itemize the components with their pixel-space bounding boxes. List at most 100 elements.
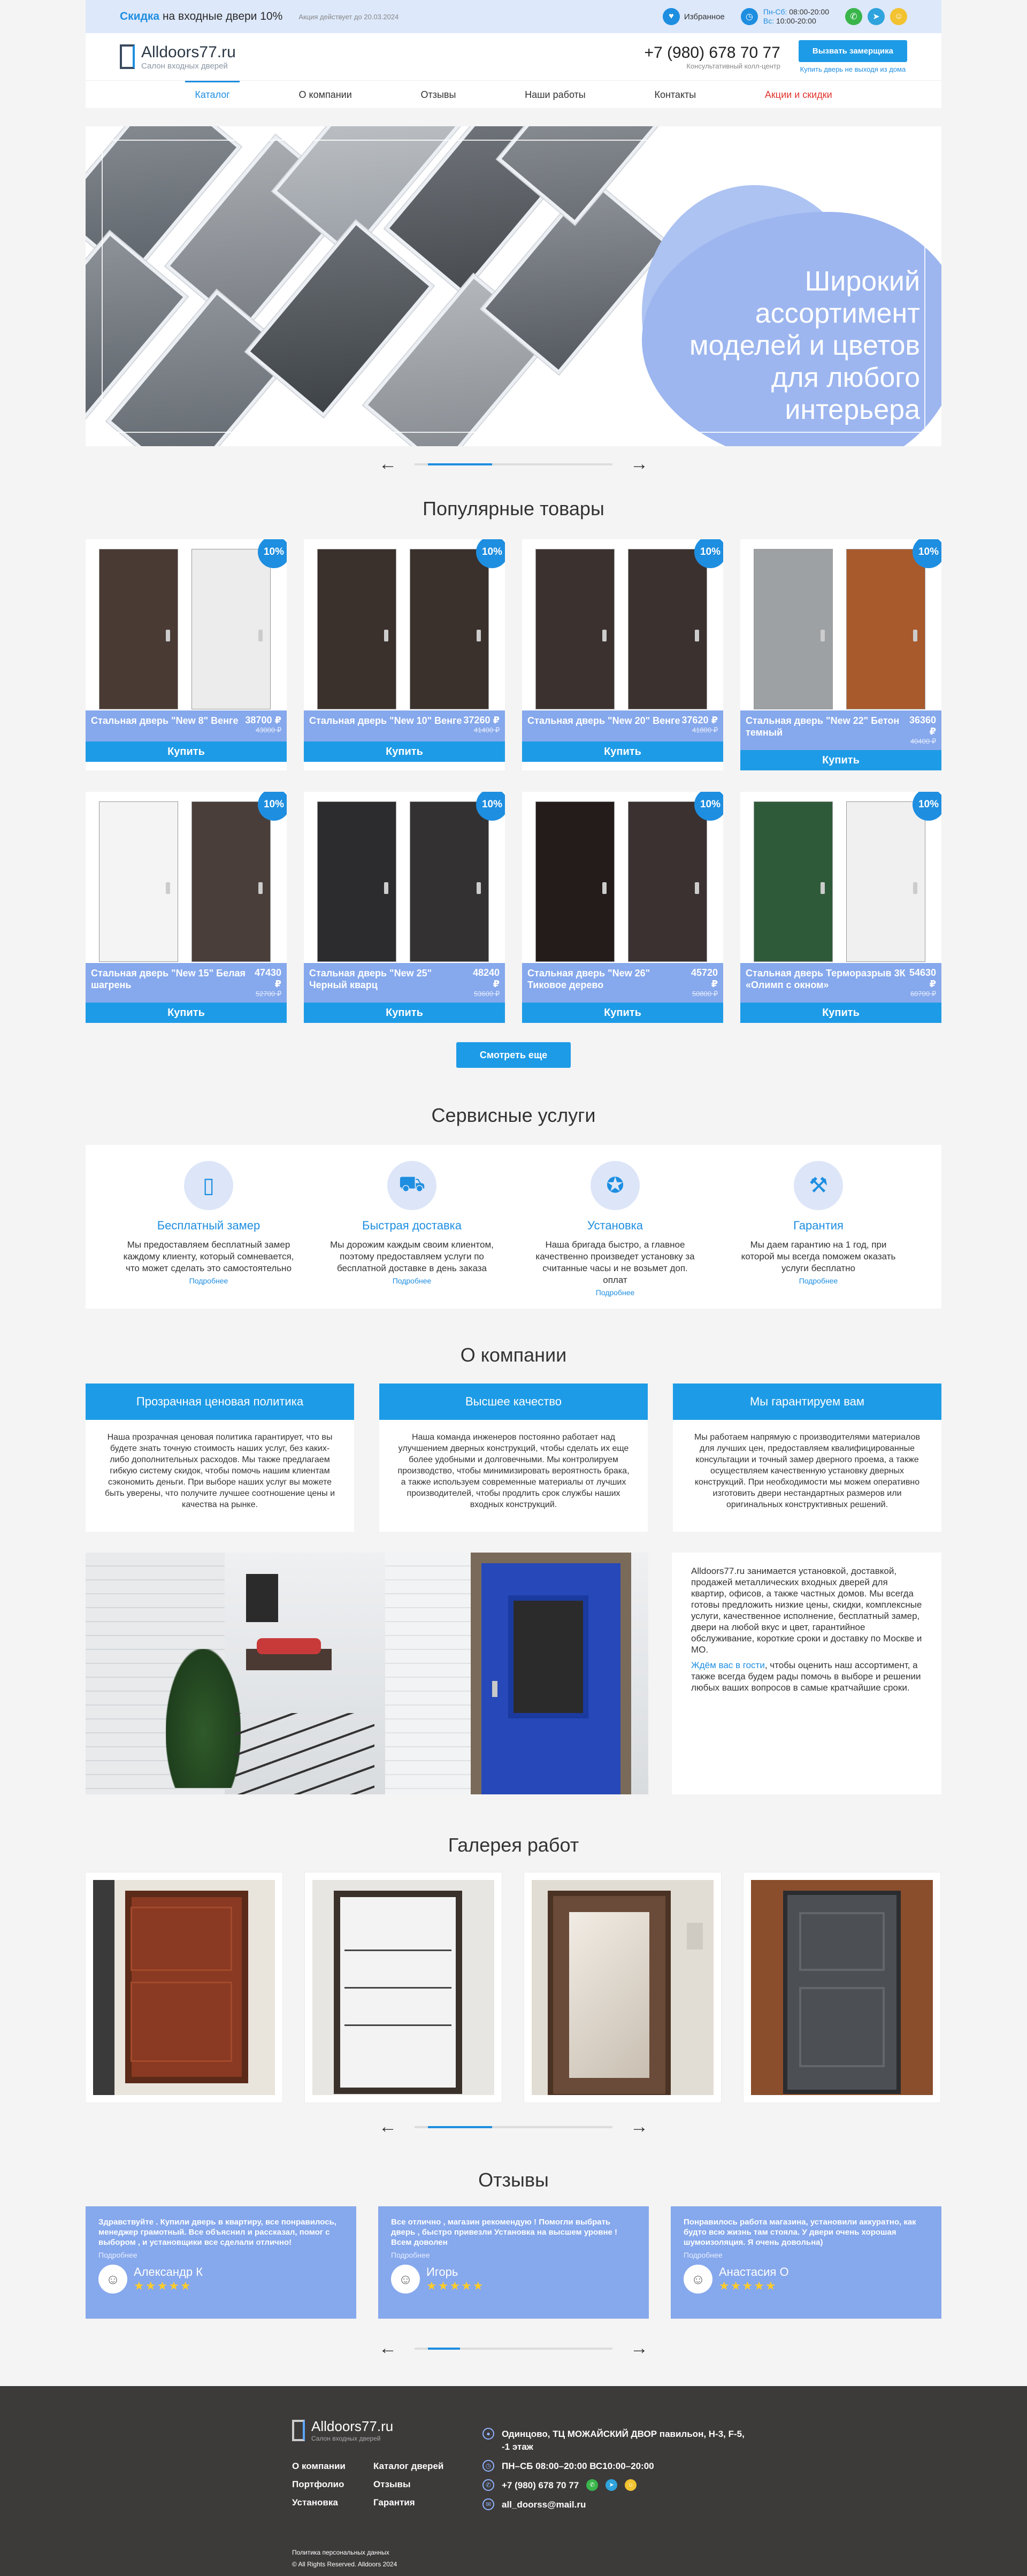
footer-link-catalog[interactable]: Каталог дверей <box>373 2461 454 2472</box>
favorites-link[interactable]: ♥ Избранное <box>662 8 725 25</box>
hero-image: Широкий ассортимент моделей и цветов для… <box>86 126 941 446</box>
service-more-link[interactable]: Подробнее <box>123 1276 294 1285</box>
gallery-item[interactable] <box>305 1872 502 2103</box>
logo-title: Alldoors77.ru <box>141 43 236 61</box>
review-more-link[interactable]: Подробнее <box>391 2251 636 2259</box>
arrow-right-icon[interactable]: → <box>629 2338 650 2359</box>
promo[interactable]: Скидка на входные двери 10% <box>120 10 282 23</box>
buy-button[interactable]: Купить <box>86 1003 287 1023</box>
service-more-link[interactable]: Подробнее <box>733 1276 904 1285</box>
footer-link-portfolio[interactable]: Портфолио <box>292 2479 373 2490</box>
slider-progress[interactable] <box>415 463 612 465</box>
visit-us-link[interactable]: Ждём вас в гости <box>691 1660 765 1670</box>
product-card[interactable]: 10% Стальная дверь "New 10" Венге 37260 ₽4… <box>304 539 505 770</box>
nav-contacts[interactable]: Контакты <box>645 81 706 109</box>
door-logo-icon <box>120 44 135 69</box>
product-old-price: 41400 ₽ <box>473 726 500 734</box>
product-card[interactable]: 10% Стальная дверь "New 20" Венге 37620 ₽4… <box>522 539 723 770</box>
product-name: Стальная дверь "New 26" Тиковое дерево <box>527 968 650 990</box>
about-description: Alldoors77.ru занимается установкой, дос… <box>672 1553 941 1794</box>
review-author: Александр К <box>134 2265 203 2279</box>
footer-link-about[interactable]: О компании <box>292 2461 373 2472</box>
telegram-icon[interactable]: ➤ <box>606 2479 618 2491</box>
product-image: 10% <box>522 539 723 710</box>
telegram-icon[interactable]: ➤ <box>868 8 885 25</box>
product-name: Стальная дверь "New 10" Венге <box>309 715 462 726</box>
footer-logo[interactable]: Alldoors77.ru Салон входных дверей <box>292 2418 393 2442</box>
reviews-grid: Здравствуйте . Купили дверь в квартиру, … <box>86 2206 941 2319</box>
service-more-link[interactable]: Подробнее <box>326 1276 497 1285</box>
footer-phone[interactable]: +7 (980) 678 70 77 <box>502 2479 579 2492</box>
whatsapp-icon[interactable]: ✆ <box>845 8 862 25</box>
buy-button[interactable]: Купить <box>740 750 941 770</box>
nav-sales[interactable]: Акции и скидки <box>755 81 842 109</box>
arrow-right-icon[interactable]: → <box>629 2116 650 2137</box>
product-card[interactable]: 10% Стальная дверь "New 26" Тиковое дерев… <box>522 792 723 1023</box>
slider-progress[interactable] <box>415 2347 612 2350</box>
gallery-item[interactable] <box>744 1872 940 2103</box>
footer-link-reviews[interactable]: Отзывы <box>373 2479 454 2490</box>
product-old-price: 40400 ₽ <box>910 737 936 745</box>
whatsapp-icon[interactable]: ✆ <box>586 2479 599 2491</box>
buy-button[interactable]: Купить <box>522 1003 723 1023</box>
rating-stars: ★★★★★ <box>719 2279 777 2292</box>
top-bar: Скидка на входные двери 10% Акция действ… <box>86 0 941 33</box>
product-card[interactable]: 10% Стальная дверь "New 15" Белая шагрень… <box>86 792 287 1023</box>
call-measurer-button[interactable]: Вызвать замерщика <box>798 40 907 62</box>
buy-button[interactable]: Купить <box>304 742 505 762</box>
gallery-photo <box>312 1880 494 2095</box>
privacy-policy-link[interactable]: Политика персональных данных <box>292 2547 397 2558</box>
hero-banner: Широкий ассортимент моделей и цветов для… <box>86 126 941 446</box>
nav-works[interactable]: Наши работы <box>515 81 595 109</box>
review-more-link[interactable]: Подробнее <box>684 2251 929 2259</box>
buy-button[interactable]: Купить <box>304 1003 505 1023</box>
phone-block: +7 (980) 678 70 77 Консультативный колл-… <box>644 44 780 70</box>
buy-button[interactable]: Купить <box>740 1003 941 1023</box>
product-price: 47430 ₽ <box>254 967 281 989</box>
product-card[interactable]: 10% Стальная дверь "New 8" Венге 38700 ₽43… <box>86 539 287 770</box>
footer-logo-title: Alldoors77.ru <box>311 2418 394 2434</box>
product-card[interactable]: 10% Стальная дверь Терморазрыв 3К «Олимп … <box>740 792 941 1023</box>
service-delivery: ⛟ Быстрая доставка Мы дорожим каждым сво… <box>310 1161 514 1297</box>
award-icon: ✪ <box>591 1161 640 1210</box>
product-image: 10% <box>522 792 723 963</box>
show-more-button[interactable]: Смотреть еще <box>456 1042 571 1068</box>
service-title: Установка <box>587 1219 643 1232</box>
door-measure-icon: ▯ <box>184 1161 233 1210</box>
product-card[interactable]: 10% Стальная дверь "New 25" Черный кварц 4… <box>304 792 505 1023</box>
header-phone[interactable]: +7 (980) 678 70 77 <box>644 44 780 62</box>
product-old-price: 53600 ₽ <box>473 990 500 998</box>
footer-email[interactable]: all_doorss@mail.ru <box>502 2498 586 2511</box>
arrow-left-icon[interactable]: ← <box>377 2116 398 2137</box>
service-more-link[interactable]: Подробнее <box>530 1288 701 1297</box>
chat-icon[interactable]: ☺ <box>890 8 907 25</box>
nav-reviews[interactable]: Отзывы <box>411 81 465 109</box>
slider-progress[interactable] <box>415 2126 612 2128</box>
gallery-item[interactable] <box>86 1872 282 2103</box>
footer-link-warranty[interactable]: Гарантия <box>373 2497 454 2508</box>
buy-button[interactable]: Купить <box>86 742 287 762</box>
rating-stars: ★★★★★ <box>426 2279 485 2292</box>
hours-weekdays: 08:00-20:00 <box>789 7 829 16</box>
about-col-title: Прозрачная ценовая политика <box>86 1383 354 1420</box>
arrow-right-icon[interactable]: → <box>629 454 650 475</box>
logo[interactable]: Alldoors77.ru Салон входных дверей <box>120 43 236 71</box>
product-info: Стальная дверь "New 22" Бетон темный 3636… <box>740 710 941 750</box>
footer: Alldoors77.ru Салон входных дверей О ком… <box>0 2386 1027 2576</box>
gallery-item[interactable] <box>524 1872 721 2103</box>
product-image: 10% <box>86 792 287 963</box>
chat-icon[interactable]: ☺ <box>625 2479 637 2491</box>
about-col-text: Мы работаем напрямую с производителями м… <box>694 1433 921 1509</box>
review-more-link[interactable]: Подробнее <box>98 2251 343 2259</box>
service-text: Наша бригада быстро, а главное качествен… <box>535 1240 695 1285</box>
arrow-left-icon[interactable]: ← <box>377 2338 398 2359</box>
nav-catalog[interactable]: Каталог <box>185 80 240 109</box>
product-info: Стальная дверь "New 26" Тиковое дерево 45… <box>522 963 723 1003</box>
nav-about[interactable]: О компании <box>289 81 361 109</box>
footer-link-install[interactable]: Установка <box>292 2497 373 2508</box>
buy-button[interactable]: Купить <box>522 742 723 762</box>
product-price: 37260 ₽ <box>463 715 500 725</box>
rating-stars: ★★★★★ <box>134 2279 192 2292</box>
arrow-left-icon[interactable]: ← <box>377 454 398 475</box>
product-card[interactable]: 10% Стальная дверь "New 22" Бетон темный 3… <box>740 539 941 770</box>
